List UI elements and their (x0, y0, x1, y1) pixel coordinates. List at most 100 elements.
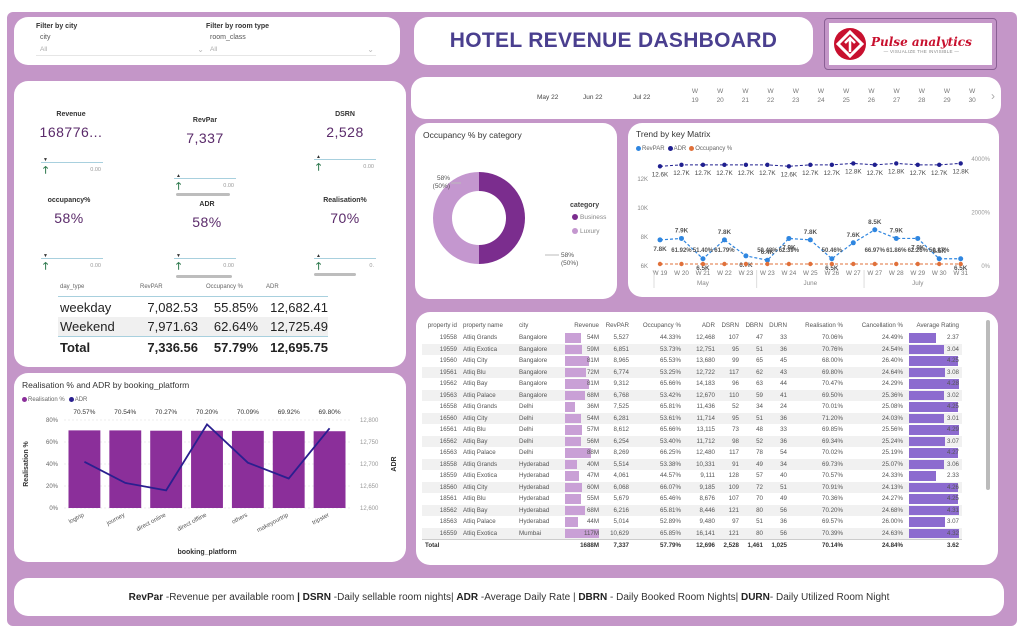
kpi-title: Realisation% (323, 197, 367, 204)
table-row[interactable]: 19561 Atliq Blu Bangalore 72M 6,774 53.25% 12,… (422, 366, 962, 378)
table-row[interactable]: 16563 Atliq Palace Delhi 88M 8,269 66.25% 12,4… (422, 447, 962, 459)
table-row[interactable]: 16559 Atliq Exotica Mumbai 117M 10,629 65.85%… (422, 527, 962, 539)
table-row[interactable]: 16560 Atliq City Delhi 54M 6,281 53.61% 11,714… (422, 412, 962, 424)
timeline-week[interactable]: W 23 (789, 87, 803, 105)
room-type-dropdown-value: All (210, 46, 218, 53)
revpar-data-label: 7.8K (804, 229, 818, 236)
cell: 57.79% (213, 339, 258, 355)
glossary-term: DURN (740, 591, 770, 603)
column-header[interactable]: city (516, 318, 562, 332)
dbrn-cell: 51 (742, 343, 766, 355)
cancellation-cell: 24.64% (846, 366, 906, 378)
table-row[interactable]: 18563 Atliq Palace Hyderabad 44M 5,014 52.89%… (422, 516, 962, 528)
city-dropdown[interactable]: All ⌄ (36, 44, 206, 56)
city-cell: Hyderabad (516, 458, 562, 470)
column-header[interactable]: ADR (684, 318, 718, 332)
table-row[interactable]: 16558 Atliq Grands Delhi 36M 7,525 65.81% 11,4… (422, 401, 962, 413)
timeline-week[interactable]: W 25 (839, 87, 853, 105)
column-header[interactable]: Revenue (562, 318, 602, 332)
timeline-week[interactable]: W 28 (915, 87, 929, 105)
column-header[interactable]: Occupancy % (632, 318, 684, 332)
adr-data-label: 12.7K (867, 170, 884, 177)
table-row[interactable]: 19563 Atliq Palace Bangalore 68M 6,768 53.42%… (422, 389, 962, 401)
revpar-data-label: 8.5K (868, 219, 882, 226)
column-header[interactable]: RevPAR (132, 284, 198, 290)
y-tick-label: 8K (641, 235, 648, 241)
column-header[interactable]: Occupancy % (198, 284, 258, 290)
realisation-cell: 70.57% (822, 472, 843, 480)
column-header[interactable]: Cancellation % (846, 318, 906, 332)
kpi-scrollbar[interactable] (314, 273, 356, 276)
timeline-month[interactable]: May 22 (537, 94, 558, 101)
column-header[interactable]: property name (460, 318, 516, 332)
occupancy-cell: 53.61% (632, 412, 684, 424)
occupancy-point (872, 261, 877, 267)
table-row[interactable]: 18558 Atliq Grands Hyderabad 40M 5,514 53.38%… (422, 458, 962, 470)
table-scrollbar[interactable] (986, 320, 990, 490)
revpar-point (657, 237, 663, 243)
room-type-dropdown[interactable]: All ⌄ (206, 44, 376, 56)
trend-chart-svg: 6K 8K 10K 12K 0% 2000% 4000% 12.6K 12.7K 12.7K 12.… (637, 157, 991, 288)
timeline-week[interactable]: W 21 (738, 87, 752, 105)
x-tick-label: W 20 (674, 270, 689, 277)
arrow-up-icon: 🡑 (316, 162, 322, 173)
dsrn-cell: 91 (718, 458, 742, 470)
kpi-scrollbar[interactable] (176, 275, 232, 278)
kpi-scrollbar[interactable] (176, 193, 230, 196)
property-name-cell: Atliq Bay (460, 504, 516, 516)
timeline-month[interactable]: Jul 22 (633, 94, 650, 101)
timeline-month[interactable]: Jun 22 (583, 94, 603, 101)
column-header[interactable]: day_type (58, 284, 132, 290)
rating-cell: 3.06 (906, 458, 962, 470)
kpi-value: 58% (54, 210, 84, 226)
cell (516, 538, 562, 551)
adr-point (679, 162, 684, 168)
table-row[interactable]: 19560 Atliq City Bangalore 81M 8,965 65.53% 13… (422, 355, 962, 367)
glossary-footer: RevPar -Revenue per available room | DSR… (14, 578, 1004, 616)
realisation-cell: 69.85% (822, 426, 843, 434)
table-row[interactable]: 18560 Atliq City Hyderabad 60M 6,068 66.07% 9,… (422, 481, 962, 493)
timeline-week[interactable]: W 26 (864, 87, 878, 105)
revenue-cell: 88M (562, 447, 602, 459)
adr-data-label: 12.7K (931, 170, 948, 177)
rating-cell: 4.31 (906, 504, 962, 516)
rating-data-bar (909, 344, 945, 354)
occupancy-data-label: 51.40% (693, 248, 714, 254)
table-row[interactable]: 19559 Atliq Exotica Bangalore 59M 6,851 53.73… (422, 343, 962, 355)
table-row[interactable]: 16562 Atliq Bay Delhi 56M 6,254 53.40% 11,712 9… (422, 435, 962, 447)
timeline-week[interactable]: W 20 (713, 87, 727, 105)
dbrn-cell: 51 (742, 412, 766, 424)
timeline-week[interactable]: W 29 (940, 87, 954, 105)
timeline-week[interactable]: W 27 (890, 87, 904, 105)
column-header[interactable]: RevPAR (602, 318, 632, 332)
cell: 7,082.53 (147, 299, 198, 315)
table-row[interactable]: 16561 Atliq Blu Delhi 57M 8,612 65.66% 13,115 7… (422, 424, 962, 436)
occupancy-cell: 65.66% (660, 380, 681, 388)
rating-data-bar (909, 471, 936, 481)
durn-cell: 33 (780, 426, 787, 434)
adr-cell: 13,115 (696, 426, 715, 434)
column-header[interactable]: property id (422, 318, 460, 332)
table-row[interactable]: 19562 Atliq Bay Bangalore 81M 9,312 65.66% 14,… (422, 378, 962, 390)
column-header[interactable]: Realisation % (790, 318, 846, 332)
column-header[interactable]: ADR (258, 284, 328, 290)
chevron-right-icon[interactable]: › (991, 89, 995, 103)
legend-dot-icon (572, 228, 578, 234)
table-row[interactable]: 19558 Atliq Grands Bangalore 54M 5,527 44.33%… (422, 332, 962, 344)
property-id-cell: 19558 (439, 334, 457, 342)
timeline-week[interactable]: W 22 (764, 87, 778, 105)
column-header[interactable]: DURN (766, 318, 790, 332)
adr-point (808, 162, 813, 168)
column-header[interactable]: DBRN (742, 318, 766, 332)
table-row[interactable]: 18559 Atliq Exotica Hyderabad 47M 4,061 44.57… (422, 470, 962, 482)
timeline-week[interactable]: W 30 (965, 87, 979, 105)
timeline-week[interactable]: W 24 (814, 87, 828, 105)
revpar-cell: 6,774 (602, 366, 632, 378)
table-row[interactable]: 18561 Atliq Blu Hyderabad 55M 5,679 65.46% 8,6… (422, 493, 962, 505)
x-tick-label: others (231, 512, 249, 525)
table-row[interactable]: 18562 Atliq Bay Hyderabad 68M 6,216 65.81% 8,4… (422, 504, 962, 516)
timeline-week[interactable]: W 19 (688, 87, 702, 105)
column-header[interactable]: Average Rating (906, 318, 962, 332)
revpar-point (958, 256, 964, 262)
column-header[interactable]: DSRN (718, 318, 742, 332)
